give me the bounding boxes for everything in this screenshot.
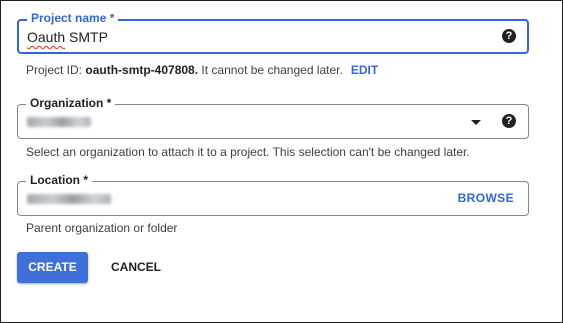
location-label: Location *	[26, 173, 93, 187]
project-name-rest: SMTP	[69, 29, 108, 45]
browse-button[interactable]: BROWSE	[458, 191, 514, 205]
organization-select[interactable]: Organization * ?	[17, 96, 529, 139]
help-icon[interactable]: ?	[502, 114, 516, 128]
project-id-value: oauth-smtp-407808.	[85, 63, 199, 77]
project-name-misspelled-word: Oauth	[27, 29, 66, 45]
location-value-redacted	[27, 194, 111, 204]
edit-project-id-link[interactable]: EDIT	[351, 63, 378, 77]
create-button[interactable]: CREATE	[17, 252, 88, 283]
organization-label: Organization *	[26, 96, 116, 110]
project-id-suffix: It cannot be changed later.	[198, 63, 343, 77]
location-hint: Parent organization or folder	[26, 221, 178, 235]
chevron-down-icon[interactable]	[471, 120, 481, 125]
project-name-label: Project name *	[27, 11, 119, 25]
location-field[interactable]: Location * BROWSE	[17, 173, 529, 216]
project-id-prefix: Project ID:	[26, 63, 86, 77]
project-name-input[interactable]: Oauth SMTP	[27, 28, 108, 46]
cancel-button[interactable]: CANCEL	[101, 252, 171, 283]
project-name-field[interactable]: Project name * Oauth SMTP ?	[17, 11, 529, 54]
create-project-dialog: Project name * Oauth SMTP ? Project ID: …	[0, 0, 563, 323]
project-id-hint: Project ID: oauth-smtp-407808. It cannot…	[26, 63, 378, 77]
help-icon[interactable]: ?	[502, 29, 516, 43]
organization-value-redacted	[27, 117, 91, 127]
organization-hint: Select an organization to attach it to a…	[26, 145, 470, 159]
